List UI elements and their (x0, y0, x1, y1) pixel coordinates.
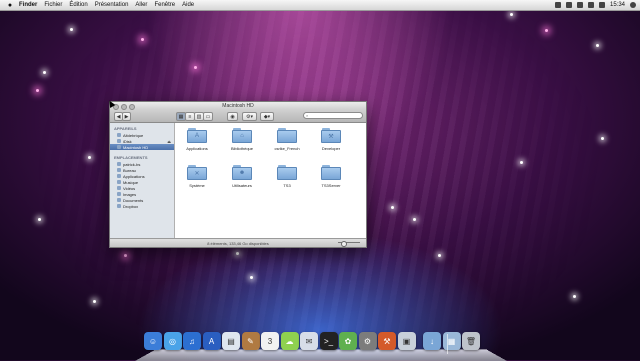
spotlight-icon[interactable] (630, 2, 636, 8)
pictures-icon (117, 192, 121, 196)
window-titlebar[interactable]: Macintosh HD (110, 102, 366, 110)
coverflow-view-button[interactable]: ▭ (203, 112, 213, 121)
developer-folder-icon: ⚒ (321, 128, 341, 143)
movies-icon (117, 186, 121, 190)
app-store-icon[interactable]: A (202, 332, 221, 350)
menu-help[interactable]: Aide (182, 2, 194, 8)
folder-content-area: A Applications ⌂ Bibliothèque csrike_Fre… (175, 123, 366, 239)
sidebar-item-macintosh-hd[interactable]: Macintosh HD (110, 144, 174, 150)
quick-look-button[interactable]: ◉ (227, 112, 238, 121)
menu-edit[interactable]: Édition (69, 2, 87, 8)
menu-finder[interactable]: Finder (19, 2, 37, 8)
finder-sidebar: APPAREILS Altdebrique iDisk ⏏ Macintosh … (110, 123, 175, 239)
action-menu-button[interactable]: ⚙▾ (242, 112, 257, 121)
hard-drive-icon (117, 145, 121, 149)
folder-item-ts3[interactable]: TS3 (265, 165, 309, 188)
menu-view[interactable]: Présentation (95, 2, 129, 8)
menu-file[interactable]: Fichier (44, 2, 62, 8)
folder-item-csrike-french[interactable]: csrike_French (265, 128, 309, 151)
computer-icon (117, 133, 121, 137)
users-folder-icon: ☻ (232, 165, 252, 180)
system-prefs-icon[interactable]: ⚙ (358, 332, 377, 350)
finder-window: Macintosh HD ◀ ▶ ▦ ≡ ▥ ▭ ◉ ⚙▾ ◆▾ ⌕ APPAR… (109, 101, 367, 248)
dropbox-icon (117, 204, 121, 208)
terminal-icon[interactable]: >_ (319, 332, 338, 350)
slider-knob[interactable] (341, 240, 347, 247)
battery-icon[interactable] (598, 2, 605, 8)
messages-icon[interactable]: ☁ (280, 332, 299, 350)
apple-menu-icon[interactable]: ● (6, 1, 14, 9)
image-tool-icon[interactable]: ▣ (397, 332, 416, 350)
sidebar-places-heading: EMPLACEMENTS (114, 155, 148, 160)
dock-separator (447, 334, 448, 354)
folder-icon (277, 128, 297, 143)
eject-icon[interactable]: ⏏ (167, 139, 171, 144)
calendar-icon[interactable]: 3 (261, 332, 279, 350)
idisk-icon (117, 139, 121, 143)
bluetooth-icon[interactable] (565, 2, 572, 8)
photos-icon[interactable]: ✿ (339, 332, 357, 350)
folder-item-ts3server[interactable]: TS3Server (309, 165, 353, 188)
sidebar-devices-heading: APPAREILS (114, 126, 137, 131)
preview-icon[interactable]: ▤ (222, 332, 240, 350)
system-folder-icon: ✕ (187, 165, 207, 180)
window-status-bar: 8 éléments, 133,46 Go disponibles (110, 238, 366, 247)
volume-icon[interactable] (587, 2, 594, 8)
window-title: Macintosh HD (222, 103, 254, 109)
status-text: 8 éléments, 133,46 Go disponibles (207, 241, 269, 246)
folder-item-library[interactable]: ⌂ Bibliothèque (220, 128, 264, 151)
folder-item-developer[interactable]: ⚒ Developer (309, 128, 353, 151)
search-icon: ⌕ (306, 113, 309, 118)
library-folder-icon: ⌂ (232, 128, 252, 143)
menu-window[interactable]: Fenêtre (154, 2, 175, 8)
finder-icon[interactable]: ☺ (144, 332, 162, 350)
search-field[interactable]: ⌕ (303, 112, 363, 119)
window-toolbar: ◀ ▶ ▦ ≡ ▥ ▭ ◉ ⚙▾ ◆▾ ⌕ (110, 110, 366, 123)
documents-icon (117, 198, 121, 202)
documents-stack-icon[interactable]: ▦ (442, 332, 461, 350)
music-icon (117, 180, 121, 184)
menu-clock[interactable]: 15:34 (610, 2, 625, 8)
address-book-icon[interactable]: ✎ (241, 332, 260, 350)
forward-button[interactable]: ▶ (122, 112, 131, 121)
applications-folder-icon: A (187, 128, 207, 143)
itunes-icon[interactable]: ♫ (183, 332, 201, 350)
applications-icon (117, 174, 121, 178)
mail-icon[interactable]: ✉ (300, 332, 318, 350)
dock-shelf (135, 349, 507, 361)
utility-icon[interactable]: ⚒ (378, 332, 396, 350)
downloads-folder-icon[interactable]: ↓ (423, 332, 441, 350)
menu-extras: 15:34 (554, 0, 636, 10)
folder-item-users[interactable]: ☻ Utilisateurs (220, 165, 264, 188)
folder-icon (321, 165, 341, 180)
trash-icon[interactable]: 🗑 (462, 332, 480, 350)
folder-item-system[interactable]: ✕ Système (175, 165, 219, 188)
sidebar-item-dropbox[interactable]: Dropbox (110, 203, 174, 209)
wifi-icon[interactable] (576, 2, 583, 8)
dropbox-status-icon[interactable] (554, 2, 561, 8)
menu-go[interactable]: Aller (135, 2, 147, 8)
safari-icon[interactable]: ◎ (163, 332, 182, 350)
icon-size-slider[interactable] (338, 240, 360, 247)
menu-bar: ● Finder Fichier Édition Présentation Al… (0, 0, 640, 11)
folder-item-applications[interactable]: A Applications (175, 128, 219, 151)
home-icon (117, 162, 121, 166)
desktop-icon (117, 168, 121, 172)
folder-icon (277, 165, 297, 180)
dropbox-toolbar-button[interactable]: ◆▾ (260, 112, 274, 121)
